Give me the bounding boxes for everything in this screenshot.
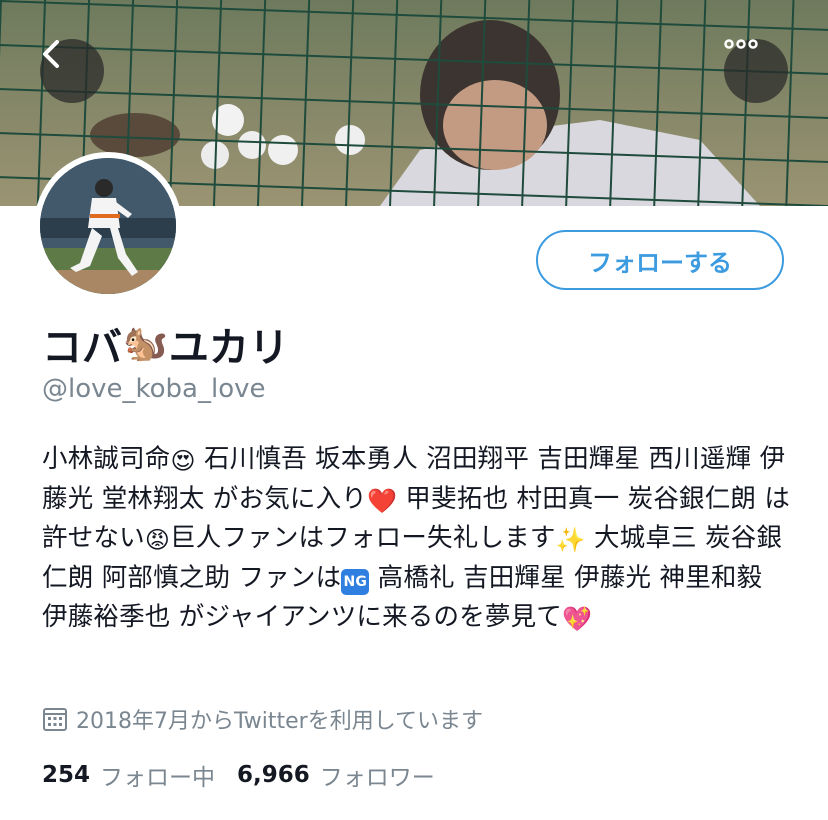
profile-avatar[interactable] [34,152,182,300]
follow-button[interactable]: フォローする [536,230,784,290]
bio-text: 小林誠司命 [42,444,171,474]
bio-text: 巨人ファンはフォロー失礼します [170,523,556,553]
display-name-text-1: コバ [42,325,122,371]
heart-eyes-emoji: 😍 [170,447,196,475]
follow-stats: 254 フォロー中 6,966 フォロワー [42,757,457,793]
joined-date: 2018年7月からTwitterを利用しています [42,702,483,736]
following-link[interactable]: 254 フォロー中 [42,758,215,792]
calendar-icon [43,708,67,731]
following-label: フォロー中 [100,765,216,791]
back-button[interactable] [40,39,104,103]
following-count: 254 [42,762,91,788]
red-heart-emoji: ❤️ [367,486,398,515]
followers-count: 6,966 [237,762,310,788]
followers-link[interactable]: 6,966 フォロワー [237,758,435,792]
followers-label: フォロワー [319,765,435,791]
more-horizontal-icon [724,39,758,49]
joined-text: 2018年7月からTwitterを利用しています [76,709,484,734]
ng-badge-icon: NG [341,568,370,595]
display-name: コバ 🐿️ ユカリ [42,318,289,371]
sparkling-heart-emoji: 💖 [562,605,593,633]
angry-face-emoji: 😡 [144,526,171,554]
profile-page: フォローする コバ 🐿️ ユカリ @love_koba_love 小林誠司命😍 石川… [0,0,828,820]
display-name-text-2: ユカリ [168,325,289,371]
user-handle: @love_koba_love [42,374,266,404]
squirrel-emoji: 🐿️ [123,323,168,364]
avatar-photo [40,158,176,294]
sparkles-emoji: ✨ [555,526,586,554]
more-options-button[interactable] [724,39,788,103]
profile-bio: 小林誠司命😍 石川慎吾 坂本勇人 沼田翔平 吉田輝星 西川遥輝 伊藤光 堂林翔太… [42,440,792,638]
chevron-left-icon [43,40,59,68]
